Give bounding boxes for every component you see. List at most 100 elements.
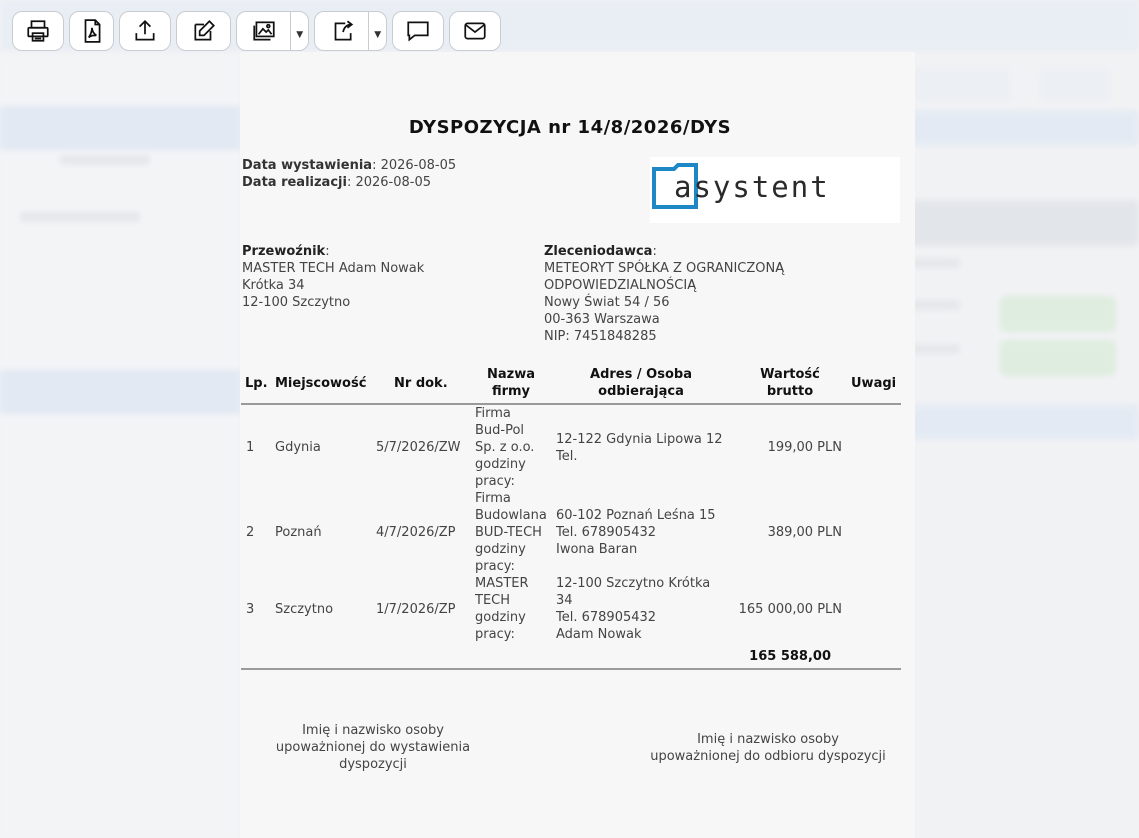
row-lp: 3 <box>246 602 255 617</box>
row-value: 165 000,00 PLN <box>738 602 842 617</box>
signature-receiver: Imię i nazwisko osoby upoważnionej do od… <box>638 731 898 765</box>
email-button[interactable] <box>449 11 501 51</box>
table-footer-rule <box>241 668 901 670</box>
share-main[interactable] <box>315 11 370 51</box>
bg-row <box>20 212 140 222</box>
row-company-line: Sp. z o.o. <box>475 440 535 455</box>
col-header-value: Wartość brutto <box>750 366 830 400</box>
row-company-line: Firma <box>475 406 511 421</box>
row-address-line: 34 <box>556 593 573 608</box>
edit-icon <box>193 20 215 41</box>
col-header-company-line: firmy <box>491 384 531 399</box>
row-address: 12-100 Szczytno Krótka 34 Tel. 678905432… <box>556 575 710 643</box>
client-label: Zleceniodawca <box>544 244 653 259</box>
row-company-line: TECH <box>475 593 511 608</box>
row-lp: 2 <box>246 525 255 540</box>
edit-button[interactable] <box>176 11 231 51</box>
signature-issuer: Imię i nazwisko osoby upoważnionej do wy… <box>262 722 484 773</box>
client-block: Zleceniodawca: METEORYT SPÓŁKA Z OGRANIC… <box>544 244 785 344</box>
share-icon <box>334 20 353 41</box>
table-total: 165 588,00 <box>749 649 831 664</box>
comment-icon <box>407 21 429 42</box>
row-city: Poznań <box>275 525 322 540</box>
export-button[interactable] <box>119 11 171 51</box>
col-header-address-line: odbierająca <box>598 384 684 399</box>
row-company-line: Bud-Pol <box>475 423 525 438</box>
signature-line: upoważnionej do wystawienia <box>275 740 471 755</box>
row-doc-no: 1/7/2026/ZP <box>376 602 456 617</box>
col-header-value-line: brutto <box>766 384 814 399</box>
col-header-value-line: Wartość <box>760 367 820 382</box>
client-line: METEORYT SPÓŁKA Z OGRANICZONĄ <box>544 261 785 276</box>
row-address-line: Iwona Baran <box>556 542 638 557</box>
col-header-company: Nazwa firmy <box>476 366 546 400</box>
image-icon <box>253 21 275 41</box>
row-company-line: BUD-TECH <box>475 525 542 540</box>
printer-icon <box>27 20 49 42</box>
row-address-line: Tel. <box>556 449 578 464</box>
row-company-line: godziny <box>475 542 526 557</box>
row-company: Firma Budowlana BUD-TECH godziny pracy: <box>475 490 547 575</box>
row-value: 199,00 PLN <box>767 440 842 455</box>
signature-line: upoważnionej do odbioru dyspozycji <box>650 749 886 764</box>
bg-tab <box>900 68 1010 102</box>
row-company: MASTER TECH godziny pracy: <box>475 575 529 643</box>
document-title: DYSPOZYCJA nr 14/8/2026/DYS <box>408 117 732 138</box>
signature-line: Imię i nazwisko osoby <box>697 732 839 747</box>
bg-sidebar-panel <box>0 370 240 414</box>
client-line: 00-363 Warszawa <box>544 312 660 327</box>
col-header-lp: Lp. <box>245 376 268 391</box>
pdf-button[interactable] <box>69 11 114 51</box>
image-main[interactable] <box>237 11 292 51</box>
pdf-icon <box>84 19 100 43</box>
realization-date-row: Data realizacji: 2026-08-05 <box>242 175 432 190</box>
chevron-down-icon[interactable]: ▼ <box>369 22 386 41</box>
bg-green-button <box>1000 296 1116 332</box>
row-company-line: pracy: <box>475 559 515 574</box>
row-company-line: Budowlana <box>475 508 547 523</box>
row-address-line: Tel. 678905432 <box>556 610 657 625</box>
document-dates: Data wystawienia: 2026-08-05 Data realiz… <box>242 157 456 191</box>
upload-icon <box>135 20 155 41</box>
issue-date-value: 2026-08-05 <box>380 158 457 173</box>
row-lp: 1 <box>246 440 255 455</box>
row-doc-no: 5/7/2026/ZW <box>376 440 461 455</box>
row-company-line: godziny <box>475 457 526 472</box>
issue-date-label: Data wystawienia <box>242 158 373 173</box>
row-address-line: 12-100 Szczytno Krótka <box>556 576 711 591</box>
bg-green-button <box>1000 340 1116 376</box>
bg-row <box>60 155 150 165</box>
row-city: Gdynia <box>275 440 321 455</box>
image-button[interactable]: ▼ <box>236 11 309 51</box>
row-value: 389,00 PLN <box>767 525 842 540</box>
envelope-icon <box>464 22 486 40</box>
comment-button[interactable] <box>392 11 444 51</box>
realization-date-value: 2026-08-05 <box>355 175 432 190</box>
carrier-block: Przewoźnik: MASTER TECH Adam Nowak Krótk… <box>242 244 425 310</box>
row-address-line: 12-122 Gdynia Lipowa 12 <box>556 432 723 447</box>
col-header-doc-no: Nr dok. <box>394 376 448 391</box>
realization-date-label: Data realizacji <box>242 175 347 190</box>
signature-line: Imię i nazwisko osoby <box>302 723 444 738</box>
share-button[interactable]: ▼ <box>314 11 387 51</box>
row-company-line: pracy: <box>475 474 515 489</box>
client-line: NIP: 7451848285 <box>544 329 657 344</box>
client-line: ODPOWIEDZIALNOŚCIĄ <box>544 278 697 293</box>
col-header-city: Miejscowość <box>275 376 367 391</box>
col-header-notes: Uwagi <box>851 376 897 391</box>
carrier-line: MASTER TECH Adam Nowak <box>242 261 425 276</box>
print-button[interactable] <box>12 11 64 51</box>
signature-line: dyspozycji <box>339 757 407 772</box>
client-line: Nowy Świat 54 / 56 <box>544 295 670 310</box>
col-header-address-line: Adres / Osoba <box>590 367 692 382</box>
row-address-line: Tel. 678905432 <box>556 525 657 540</box>
row-company-line: godziny <box>475 610 526 625</box>
bg-sidebar <box>0 52 241 838</box>
row-doc-no: 4/7/2026/ZP <box>376 525 456 540</box>
row-company-line: pracy: <box>475 627 515 642</box>
chevron-down-icon[interactable]: ▼ <box>291 22 308 41</box>
asystent-logo: asystent <box>652 163 828 209</box>
carrier-line: 12-100 Szczytno <box>242 295 351 310</box>
issue-date-row: Data wystawienia: 2026-08-05 <box>242 158 457 173</box>
bg-tab <box>1040 68 1110 102</box>
